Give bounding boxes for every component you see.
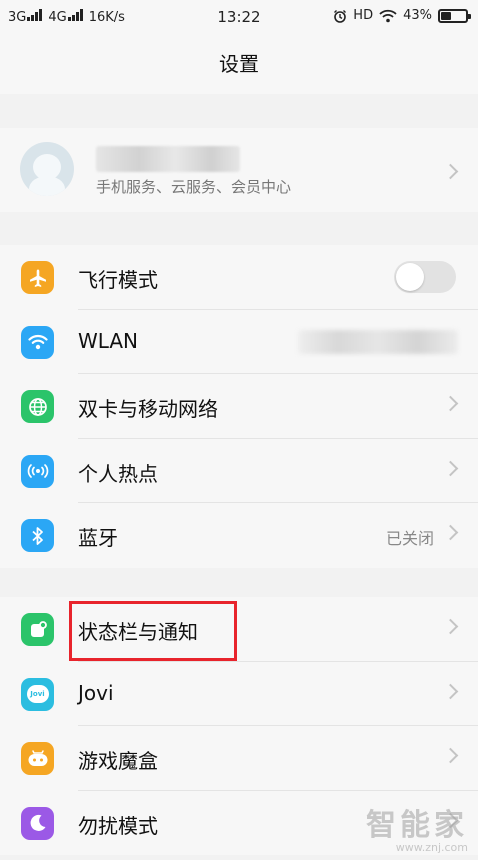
setting-airplane-mode[interactable]: 飞行模式 <box>0 245 478 310</box>
setting-game-box[interactable]: 游戏魔盒 <box>0 726 478 791</box>
moon-icon <box>21 806 54 840</box>
page-title: 设置 <box>0 34 478 94</box>
globe-icon <box>21 390 54 424</box>
setting-label: 勿扰模式 <box>78 813 158 838</box>
chevron-right-icon <box>442 618 459 635</box>
account-name-blurred <box>96 146 240 172</box>
battery-percent: 43% <box>403 8 432 23</box>
chevron-right-icon <box>442 163 459 180</box>
setting-jovi[interactable]: Jovi Jovi <box>0 662 478 727</box>
setting-label: 双卡与移动网络 <box>78 397 218 422</box>
status-right: HD 43% <box>333 8 471 23</box>
setting-label: 个人热点 <box>78 461 158 486</box>
chevron-right-icon <box>442 525 459 541</box>
setting-label: 游戏魔盒 <box>78 749 158 774</box>
chevron-right-icon <box>442 747 459 764</box>
wifi-icon <box>21 325 54 359</box>
highlight-box <box>69 601 237 661</box>
settings-group-network: 飞行模式 WLAN 双卡与移动网络 个人热点 蓝牙 已关闭 <box>0 245 478 568</box>
avatar <box>20 142 74 196</box>
watermark: 智能家 www.znj.com <box>366 800 468 854</box>
wlan-network-name-blurred <box>298 329 458 354</box>
airplane-mode-toggle[interactable] <box>394 261 456 293</box>
notification-icon <box>21 613 54 646</box>
setting-bluetooth[interactable]: 蓝牙 已关闭 <box>0 503 478 568</box>
jovi-icon: Jovi <box>21 677 54 711</box>
setting-label: 飞行模式 <box>78 268 158 292</box>
setting-dual-sim-mobile-network[interactable]: 双卡与移动网络 <box>0 374 478 439</box>
setting-personal-hotspot[interactable]: 个人热点 <box>0 439 478 504</box>
alarm-icon <box>334 9 347 23</box>
bluetooth-icon <box>21 519 54 553</box>
watermark-text: 智能家 <box>366 808 468 843</box>
chevron-right-icon <box>442 683 459 699</box>
airplane-icon <box>21 261 54 294</box>
setting-label: Jovi <box>78 680 114 705</box>
status-bar: 3G 4G 16K/s 13:22 HD 43% <box>0 0 478 34</box>
setting-wlan[interactable]: WLAN <box>0 310 478 375</box>
battery-icon <box>438 8 471 23</box>
setting-label: 蓝牙 <box>78 526 118 551</box>
wifi-status-icon <box>379 9 397 22</box>
account-subtitle: 手机服务、云服务、会员中心 <box>96 178 292 196</box>
bluetooth-status: 已关闭 <box>385 529 434 549</box>
chevron-right-icon <box>442 395 459 412</box>
setting-label: WLAN <box>78 328 139 353</box>
hd-badge: HD <box>353 8 374 23</box>
gamepad-icon <box>21 742 54 776</box>
hotspot-icon <box>21 454 54 488</box>
chevron-right-icon <box>442 460 459 477</box>
account-card[interactable]: 手机服务、云服务、会员中心 <box>0 128 478 212</box>
